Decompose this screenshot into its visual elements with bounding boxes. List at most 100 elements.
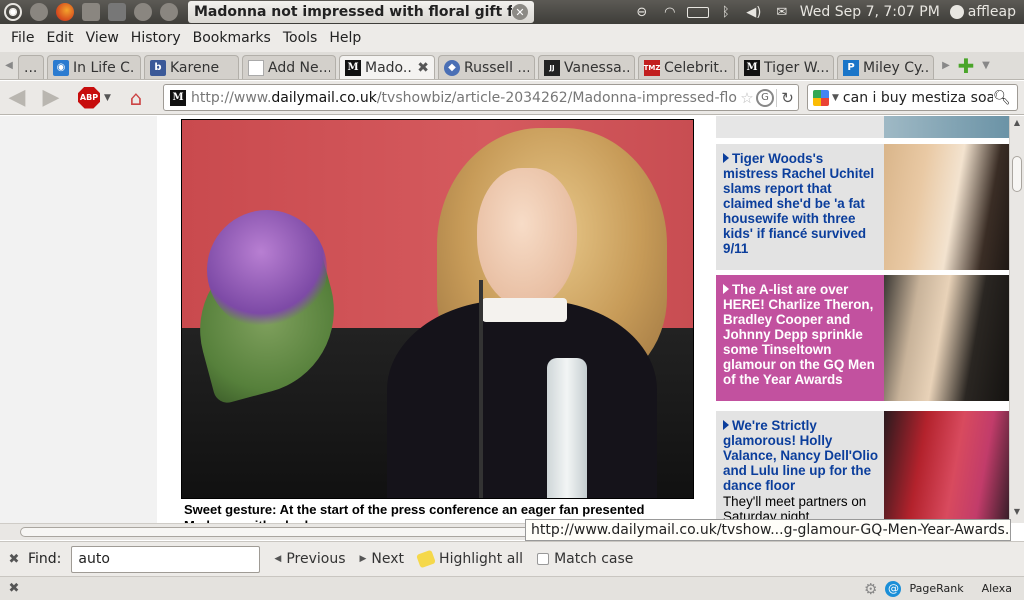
previous-arrow-icon: ◀ bbox=[274, 554, 282, 564]
close-tab-icon[interactable]: ✖ bbox=[417, 60, 429, 76]
ubuntu-menu-button[interactable] bbox=[0, 1, 26, 23]
sidebar-story[interactable]: We're Strictly glamorous! Holly Valance,… bbox=[716, 411, 1009, 523]
tab-label: Russell ... bbox=[464, 59, 529, 76]
find-next-button[interactable]: ▶ Next bbox=[360, 551, 405, 567]
close-addon-bar-icon[interactable]: ✖ bbox=[0, 581, 28, 596]
user-status-icon bbox=[949, 5, 964, 19]
find-previous-button[interactable]: ◀ Previous bbox=[274, 551, 345, 567]
menu-edit[interactable]: Edit bbox=[40, 30, 79, 46]
launcher-app-6[interactable] bbox=[156, 1, 182, 23]
all-tabs-icon[interactable]: ▼ bbox=[977, 60, 995, 71]
menu-help[interactable]: Help bbox=[323, 30, 367, 46]
vertical-scroll-thumb[interactable] bbox=[1012, 156, 1022, 192]
scroll-tabs-right-icon[interactable]: ▶ bbox=[937, 60, 955, 71]
scroll-down-icon[interactable]: ▼ bbox=[1010, 507, 1024, 521]
clock[interactable]: Wed Sep 7, 7:07 PM bbox=[796, 4, 950, 20]
tab-tiger[interactable]: M Tiger W... bbox=[738, 55, 834, 79]
site-identity-icon[interactable]: M bbox=[170, 89, 186, 106]
menu-bookmarks[interactable]: Bookmarks bbox=[187, 30, 277, 46]
tab-miley[interactable]: P Miley Cy... bbox=[837, 55, 934, 79]
menu-tools[interactable]: Tools bbox=[277, 30, 324, 46]
story-thumbnail[interactable] bbox=[884, 411, 1009, 523]
bluetooth-icon[interactable]: ᛒ bbox=[712, 0, 740, 24]
forward-button[interactable]: ▶ bbox=[34, 83, 68, 113]
find-previous-label: Previous bbox=[286, 551, 346, 567]
google-engine-icon[interactable] bbox=[813, 89, 829, 106]
tab-russell[interactable]: ◆ Russell ... bbox=[438, 55, 535, 79]
blog-favicon-icon: b bbox=[150, 59, 166, 76]
search-engine-dropdown-icon[interactable]: ▼ bbox=[832, 93, 839, 103]
at-sign-icon[interactable]: @ bbox=[885, 580, 902, 597]
checkbox-icon[interactable] bbox=[537, 553, 550, 565]
tab-madonna[interactable]: M Mado... ✖ bbox=[339, 55, 435, 79]
launcher-app-4[interactable] bbox=[104, 1, 130, 23]
back-button[interactable]: ◀ bbox=[0, 83, 34, 113]
close-find-bar-icon[interactable]: ✖ bbox=[0, 552, 28, 567]
menu-file[interactable]: File bbox=[5, 30, 40, 46]
vertical-scrollbar[interactable]: ▲ ▼ bbox=[1009, 116, 1024, 523]
story-thumbnail[interactable] bbox=[884, 275, 1009, 401]
scroll-tabs-left-icon[interactable]: ◀ bbox=[0, 60, 18, 71]
photo-subject-collar bbox=[482, 298, 567, 322]
search-bar[interactable]: ▼ 🔍︎ bbox=[807, 84, 1018, 111]
find-bar: ✖ Find: ◀ Previous ▶ Next Highlight all Ma… bbox=[0, 541, 1024, 576]
new-tab-icon[interactable]: ✚ bbox=[955, 54, 977, 78]
home-icon: ⌂ bbox=[129, 85, 143, 110]
tab-karene[interactable]: b Karene bbox=[144, 55, 239, 79]
launcher-firefox[interactable] bbox=[52, 1, 78, 23]
user-menu[interactable]: affleap bbox=[949, 4, 1024, 20]
active-window-button[interactable]: Madonna not impressed with floral gift f… bbox=[188, 1, 534, 23]
menu-history[interactable]: History bbox=[125, 30, 187, 46]
search-input[interactable] bbox=[842, 89, 993, 106]
adblock-button[interactable]: ABP ▼ bbox=[78, 86, 111, 109]
story-headline[interactable]: The A-list are over HERE! Charlize Thero… bbox=[723, 282, 875, 387]
tab-celebrity[interactable]: TMZ Celebrit... bbox=[638, 55, 735, 79]
addon-icons: ⚙ @ PageRank Alexa bbox=[864, 580, 1024, 598]
story-headline[interactable]: Tiger Woods's mistress Rachel Uchitel sl… bbox=[723, 151, 874, 256]
wifi-icon[interactable]: ◠ bbox=[656, 0, 684, 24]
search-icon[interactable]: 🔍︎ bbox=[993, 90, 1011, 106]
tab-label: Vanessa... bbox=[564, 59, 629, 76]
gear-icon[interactable]: ⚙ bbox=[864, 580, 877, 598]
story-headline-block: We're Strictly glamorous! Holly Valance,… bbox=[716, 411, 883, 523]
launcher-app-5[interactable] bbox=[130, 1, 156, 23]
tab-add-new[interactable]: Add Ne... bbox=[242, 55, 336, 79]
app-icon bbox=[108, 3, 126, 21]
ubuntu-logo-icon bbox=[4, 3, 22, 21]
volume-icon[interactable]: ◀) bbox=[740, 0, 768, 24]
match-case-checkbox[interactable]: Match case bbox=[537, 551, 633, 567]
sidebar-story[interactable]: The A-list are over HERE! Charlize Thero… bbox=[716, 275, 1009, 401]
pagerank-label[interactable]: PageRank bbox=[909, 582, 963, 595]
previous-story-strip[interactable] bbox=[716, 116, 1009, 138]
reload-icon[interactable]: ↻ bbox=[776, 88, 798, 107]
link-status-popup: http://www.dailymail.co.uk/tvshow...g-gl… bbox=[525, 519, 1011, 541]
site-favicon-icon: P bbox=[843, 59, 859, 76]
bookmark-star-icon[interactable]: ☆ bbox=[738, 89, 756, 107]
firefox-icon bbox=[56, 3, 74, 21]
tab-vanessa[interactable]: JJ Vanessa... bbox=[538, 55, 635, 79]
indicator-messages-icon[interactable]: ⊖ bbox=[628, 0, 656, 24]
tab-label: Add Ne... bbox=[268, 59, 330, 76]
sidebar-story[interactable]: Tiger Woods's mistress Rachel Uchitel sl… bbox=[716, 144, 1009, 270]
home-button[interactable]: ⌂ bbox=[121, 83, 151, 113]
tab-in-life[interactable]: ◉ In Life C... bbox=[47, 55, 141, 79]
launcher-editor[interactable] bbox=[78, 1, 104, 23]
tab-label: ... bbox=[24, 59, 38, 76]
battery-icon[interactable] bbox=[684, 0, 712, 24]
launcher-app-1[interactable] bbox=[26, 1, 52, 23]
highlight-all-button[interactable]: Highlight all bbox=[416, 549, 523, 569]
adblock-dropdown-icon[interactable]: ▼ bbox=[104, 93, 111, 103]
url-text[interactable]: http://www.dailymail.co.uk/tvshowbiz/art… bbox=[191, 90, 738, 106]
find-next-label: Next bbox=[371, 551, 405, 567]
pagerank-icon[interactable]: G bbox=[756, 88, 774, 107]
scroll-up-icon[interactable]: ▲ bbox=[1010, 118, 1024, 132]
find-input[interactable] bbox=[71, 545, 261, 573]
alexa-label[interactable]: Alexa bbox=[982, 582, 1012, 595]
story-thumbnail[interactable] bbox=[884, 144, 1009, 270]
tab-overflow[interactable]: ... bbox=[18, 55, 44, 79]
mail-icon[interactable]: ✉ bbox=[768, 0, 796, 24]
close-window-icon[interactable]: ✕ bbox=[512, 4, 528, 20]
url-bar[interactable]: M http://www.dailymail.co.uk/tvshowbiz/a… bbox=[163, 84, 799, 111]
story-headline[interactable]: We're Strictly glamorous! Holly Valance,… bbox=[723, 418, 878, 493]
menu-view[interactable]: View bbox=[80, 30, 125, 46]
